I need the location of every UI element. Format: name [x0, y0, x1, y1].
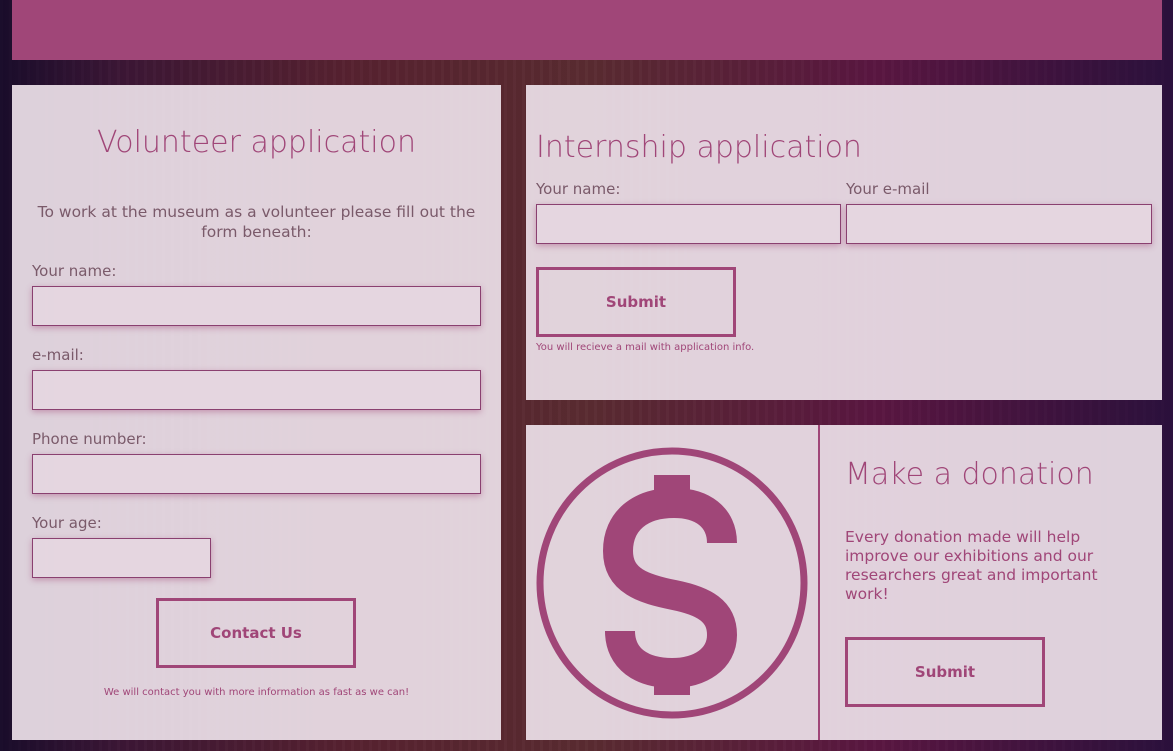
internship-email-label: Your e-mail — [846, 180, 930, 198]
volunteer-email-label: e-mail: — [32, 346, 84, 364]
internship-note: You will recieve a mail with application… — [536, 342, 755, 353]
header-bar — [12, 0, 1162, 60]
volunteer-age-label: Your age: — [32, 514, 102, 532]
contact-us-button[interactable]: Contact Us — [156, 598, 356, 668]
internship-submit-button[interactable]: Submit — [536, 267, 736, 337]
volunteer-name-input[interactable] — [32, 286, 481, 326]
dollar-circle-icon — [536, 447, 808, 719]
donation-text: Every donation made will help improve ou… — [845, 528, 1098, 603]
volunteer-title: Volunteer application — [97, 125, 416, 160]
donation-title: Make a donation — [845, 457, 1094, 492]
internship-name-label: Your name: — [536, 180, 621, 198]
donation-divider — [818, 425, 820, 740]
internship-title: Internship application — [536, 130, 862, 165]
internship-name-input[interactable] — [536, 204, 841, 244]
volunteer-phone-input[interactable] — [32, 454, 481, 494]
volunteer-name-label: Your name: — [32, 262, 117, 280]
donation-submit-button[interactable]: Submit — [845, 637, 1045, 707]
volunteer-form-panel: Volunteer application To work at the mus… — [12, 85, 501, 740]
volunteer-intro: To work at the museum as a volunteer ple… — [37, 203, 476, 241]
volunteer-note: We will contact you with more informatio… — [103, 687, 410, 698]
donation-panel: Make a donation Every donation made will… — [526, 425, 1162, 740]
volunteer-phone-label: Phone number: — [32, 430, 147, 448]
volunteer-age-input[interactable] — [32, 538, 211, 578]
internship-email-input[interactable] — [846, 204, 1152, 244]
internship-form-panel: Internship application Your name: Your e… — [526, 85, 1162, 400]
volunteer-email-input[interactable] — [32, 370, 481, 410]
